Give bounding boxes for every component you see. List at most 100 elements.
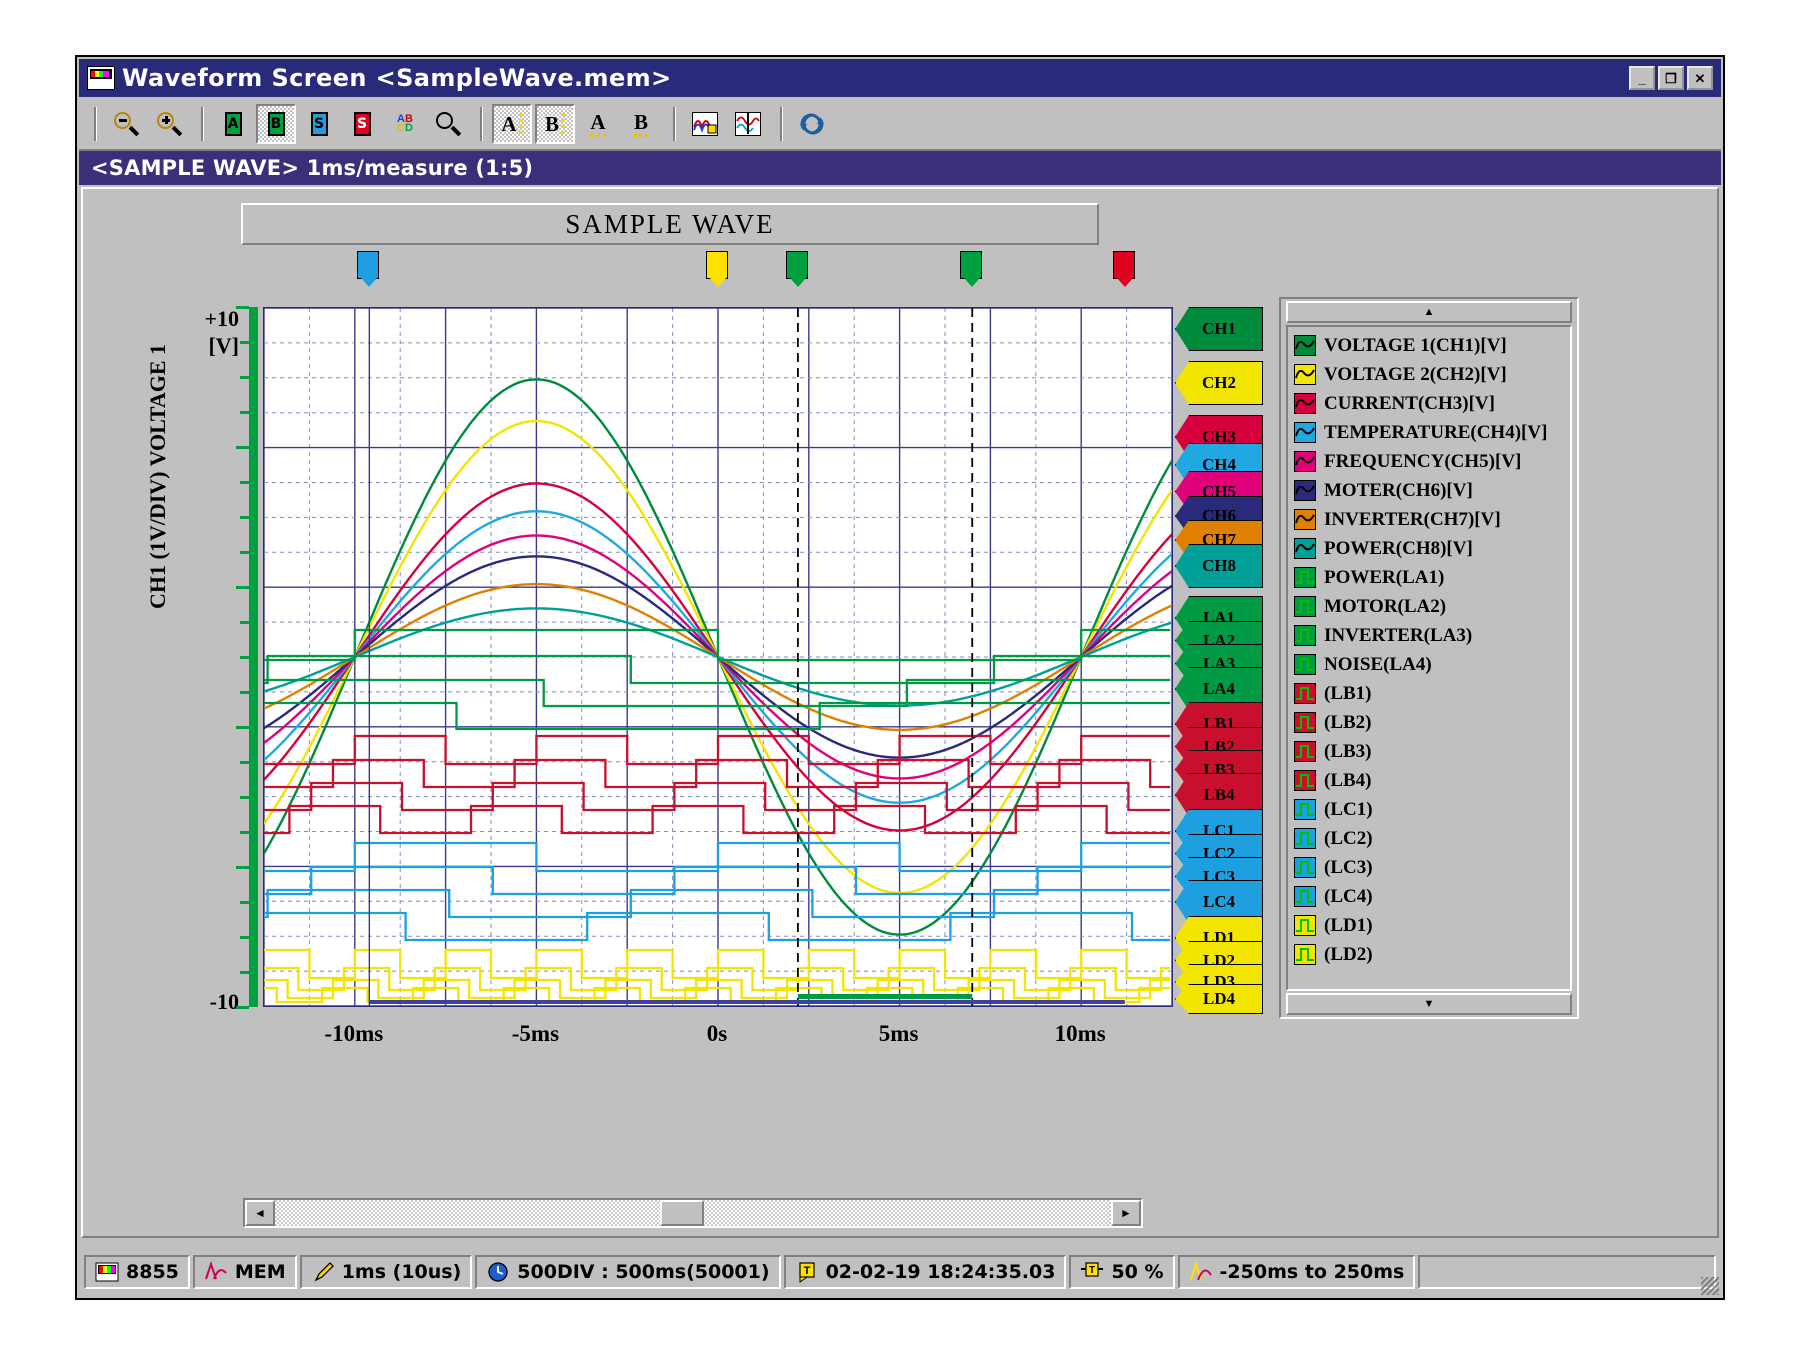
logic-wave-icon bbox=[1294, 944, 1316, 965]
x-axis-tick-label: 10ms bbox=[1055, 1021, 1106, 1047]
legend-item[interactable]: INVERTER(CH7)[V] bbox=[1294, 505, 1570, 534]
legend-item[interactable]: TEMPERATURE(CH4)[V] bbox=[1294, 418, 1570, 447]
legend-item[interactable]: (LC1) bbox=[1294, 795, 1570, 824]
waveform-canvas[interactable] bbox=[264, 308, 1172, 1006]
legend-scroll-up-button[interactable]: ▲ bbox=[1286, 301, 1572, 323]
y-axis-tick bbox=[236, 866, 249, 869]
channel-tag-ch1[interactable]: CH1 bbox=[1175, 307, 1263, 351]
logic-wave-icon bbox=[1294, 596, 1316, 617]
y-axis-tick bbox=[236, 1006, 249, 1009]
legend-item-label: INVERTER(CH7)[V] bbox=[1324, 509, 1501, 531]
stop-marker[interactable]: S bbox=[1113, 251, 1135, 279]
refresh-button[interactable] bbox=[792, 104, 832, 144]
clock-icon bbox=[486, 1261, 510, 1283]
legend-item[interactable]: POWER(CH8)[V] bbox=[1294, 534, 1570, 563]
split-waveform-icon bbox=[735, 112, 761, 136]
legend-list[interactable]: VOLTAGE 1(CH1)[V]VOLTAGE 2(CH2)[V]CURREN… bbox=[1286, 325, 1572, 991]
legend-item[interactable]: (LD2) bbox=[1294, 940, 1570, 969]
y-axis-tick bbox=[236, 726, 249, 729]
logic-LD1 bbox=[264, 950, 1170, 978]
search-button[interactable] bbox=[428, 104, 468, 144]
toolbar-separator bbox=[780, 107, 783, 141]
legend-item-label: MOTER(CH6)[V] bbox=[1324, 480, 1473, 502]
split-view-button[interactable] bbox=[728, 104, 768, 144]
device-icon bbox=[95, 1261, 119, 1283]
trace-b-button[interactable]: B bbox=[535, 104, 575, 144]
legend-item-label: FREQUENCY(CH5)[V] bbox=[1324, 451, 1521, 473]
cursor-a-marker[interactable]: A bbox=[786, 251, 808, 279]
legend-item[interactable]: VOLTAGE 2(CH2)[V] bbox=[1294, 360, 1570, 389]
logic-wave-icon bbox=[1294, 828, 1316, 849]
legend-item[interactable]: MOTER(CH6)[V] bbox=[1294, 476, 1570, 505]
cursor-a-button[interactable]: A bbox=[213, 104, 253, 144]
legend-item[interactable]: (LC4) bbox=[1294, 882, 1570, 911]
logic-wave-icon bbox=[1294, 915, 1316, 936]
x-axis-tick-label: -10ms bbox=[324, 1021, 383, 1047]
value-b-button[interactable]: B bbox=[621, 104, 661, 144]
measurement-info-bar: <SAMPLE WAVE> 1ms/measure (1:5) bbox=[79, 151, 1721, 185]
legend-item[interactable]: FREQUENCY(CH5)[V] bbox=[1294, 447, 1570, 476]
scroll-thumb[interactable] bbox=[660, 1200, 704, 1226]
trigger-marker[interactable]: T bbox=[706, 251, 728, 279]
legend-item[interactable]: (LD1) bbox=[1294, 911, 1570, 940]
zoom-out-button[interactable] bbox=[106, 104, 146, 144]
zoom-in-button[interactable] bbox=[149, 104, 189, 144]
legend-item[interactable]: POWER(LA1) bbox=[1294, 563, 1570, 592]
start-marker-button[interactable]: S bbox=[299, 104, 339, 144]
trigger-icon: T bbox=[795, 1261, 819, 1283]
legend-item[interactable]: CURRENT(CH3)[V] bbox=[1294, 389, 1570, 418]
legend-item[interactable]: VOLTAGE 1(CH1)[V] bbox=[1294, 331, 1570, 360]
chart-title-bar: SAMPLE WAVE bbox=[241, 203, 1099, 245]
legend-item-label: (LC2) bbox=[1324, 828, 1373, 850]
waveform-plot[interactable] bbox=[263, 307, 1173, 1007]
close-button[interactable]: ✕ bbox=[1687, 66, 1713, 90]
y-axis-tick bbox=[236, 306, 249, 309]
horizontal-scrollbar[interactable]: ◄ ► bbox=[243, 1198, 1143, 1228]
abcd-icon: AB CD bbox=[397, 115, 413, 133]
y-axis-tick bbox=[240, 691, 249, 694]
legend-item[interactable]: INVERTER(LA3) bbox=[1294, 621, 1570, 650]
scroll-right-button[interactable]: ► bbox=[1111, 1200, 1141, 1226]
legend-scroll-down-button[interactable]: ▼ bbox=[1286, 993, 1572, 1015]
status-cell-range-wave: -250ms to 250ms bbox=[1178, 1255, 1416, 1289]
channel-tag-ld4[interactable]: LD4 bbox=[1175, 984, 1263, 1014]
value-a-button[interactable]: A bbox=[578, 104, 618, 144]
cursor-b-button[interactable]: B bbox=[256, 104, 296, 144]
channel-tag-ch2[interactable]: CH2 bbox=[1175, 361, 1263, 405]
stop-marker-button[interactable]: S bbox=[342, 104, 382, 144]
maximize-button[interactable]: ❐ bbox=[1658, 66, 1684, 90]
legend-item[interactable]: (LC2) bbox=[1294, 824, 1570, 853]
toolbar-separator bbox=[480, 107, 483, 141]
start-marker[interactable]: S bbox=[357, 251, 379, 279]
waveform-view-button[interactable] bbox=[685, 104, 725, 144]
logic-wave-icon bbox=[1294, 886, 1316, 907]
legend-item[interactable]: (LB1) bbox=[1294, 679, 1570, 708]
y-axis-title: CH1 (1V/DIV) VOLTAGE 1 bbox=[145, 359, 171, 609]
minimize-button[interactable]: _ bbox=[1629, 66, 1655, 90]
abcd-button[interactable]: AB CD bbox=[385, 104, 425, 144]
y-axis-tick bbox=[240, 936, 249, 939]
y-axis-tick bbox=[240, 481, 249, 484]
resize-grip[interactable] bbox=[1701, 1277, 1719, 1295]
zoom-out-icon bbox=[113, 111, 139, 137]
legend-item[interactable]: NOISE(LA4) bbox=[1294, 650, 1570, 679]
y-axis-tick bbox=[240, 411, 249, 414]
scroll-left-button[interactable]: ◄ bbox=[245, 1200, 275, 1226]
refresh-icon bbox=[799, 112, 825, 136]
waveform-screen-window: Waveform Screen <SampleWave.mem> _ ❐ ✕ A… bbox=[75, 55, 1725, 1300]
y-axis-tick bbox=[240, 621, 249, 624]
logic-wave-icon bbox=[1294, 654, 1316, 675]
scroll-track[interactable] bbox=[275, 1200, 1111, 1226]
trace-a-button[interactable]: A bbox=[492, 104, 532, 144]
legend-item[interactable]: (LC3) bbox=[1294, 853, 1570, 882]
cursor-b-marker[interactable]: B bbox=[960, 251, 982, 279]
channel-tag-ch8[interactable]: CH8 bbox=[1175, 544, 1263, 588]
chart-client-area: SAMPLE WAVE STABS +10 [V] -10 CH1 (1V/DI… bbox=[81, 187, 1719, 1238]
legend-item[interactable]: (LB4) bbox=[1294, 766, 1570, 795]
title-bar: Waveform Screen <SampleWave.mem> _ ❐ ✕ bbox=[79, 59, 1721, 97]
zoom-in-icon bbox=[156, 111, 182, 137]
legend-item[interactable]: (LB2) bbox=[1294, 708, 1570, 737]
legend-item[interactable]: (LB3) bbox=[1294, 737, 1570, 766]
y-axis-tick bbox=[240, 656, 249, 659]
legend-item[interactable]: MOTOR(LA2) bbox=[1294, 592, 1570, 621]
